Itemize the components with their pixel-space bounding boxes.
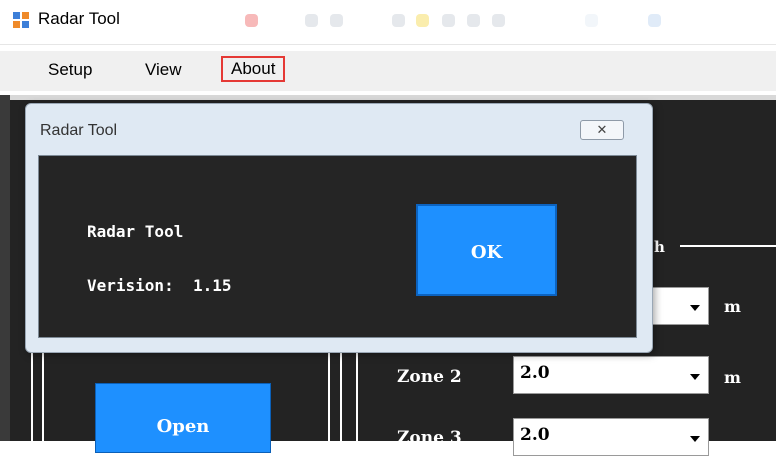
ok-button-label: OK xyxy=(470,242,503,263)
toolbar-icon xyxy=(416,14,429,27)
app-icon xyxy=(13,12,29,28)
toolbar-icon xyxy=(305,14,318,27)
chevron-down-icon xyxy=(690,305,700,311)
menu-view[interactable]: View xyxy=(141,58,186,82)
divider-line xyxy=(356,350,358,441)
divider-line xyxy=(42,350,44,441)
group-frame-line xyxy=(680,245,776,247)
about-dialog: Radar Tool ✕ Radar Tool Verision: 1.15 O… xyxy=(25,103,653,353)
divider-line xyxy=(31,350,33,441)
zone2-value: 2.0 xyxy=(520,363,550,383)
zone3-select[interactable]: 2.0 xyxy=(513,418,709,456)
dialog-version: Verision: 1.15 xyxy=(87,276,232,295)
menu-bar: Setup View About xyxy=(0,51,776,91)
close-button[interactable]: ✕ xyxy=(580,120,624,140)
zone2-unit: m xyxy=(724,368,741,387)
window-titlebar: Radar Tool xyxy=(0,0,776,45)
zone2-label: Zone 2 xyxy=(397,367,462,387)
group-label: h xyxy=(654,238,665,256)
toolbar-icon xyxy=(585,14,598,27)
menu-about[interactable]: About xyxy=(221,56,286,82)
zone3-value: 2.0 xyxy=(520,425,550,445)
dialog-app-name: Radar Tool xyxy=(87,222,184,241)
zone1-unit: m xyxy=(724,297,741,316)
zone3-label: Zone 3 xyxy=(397,428,462,448)
toolbar-icon xyxy=(442,14,455,27)
menu-setup[interactable]: Setup xyxy=(44,58,96,82)
toolbar-icon xyxy=(467,14,480,27)
dialog-body: Radar Tool Verision: 1.15 OK xyxy=(38,155,637,338)
window-title: Radar Tool xyxy=(38,9,120,28)
toolbar-icon xyxy=(330,14,343,27)
dialog-title: Radar Tool xyxy=(40,122,118,139)
divider-line xyxy=(340,350,342,441)
divider-line xyxy=(328,350,330,441)
ok-button[interactable]: OK xyxy=(416,204,557,296)
chevron-down-icon xyxy=(690,374,700,380)
open-button-label: Open xyxy=(156,416,210,437)
open-button[interactable]: Open xyxy=(95,383,271,453)
toolbar-icon xyxy=(392,14,405,27)
chevron-down-icon xyxy=(690,436,700,442)
window-edge xyxy=(0,95,10,441)
toolbar-icon xyxy=(648,14,661,27)
close-icon: ✕ xyxy=(596,122,608,137)
toolbar-icon xyxy=(492,14,505,27)
zone2-select[interactable]: 2.0 xyxy=(513,356,709,394)
toolbar-icon xyxy=(245,14,258,27)
